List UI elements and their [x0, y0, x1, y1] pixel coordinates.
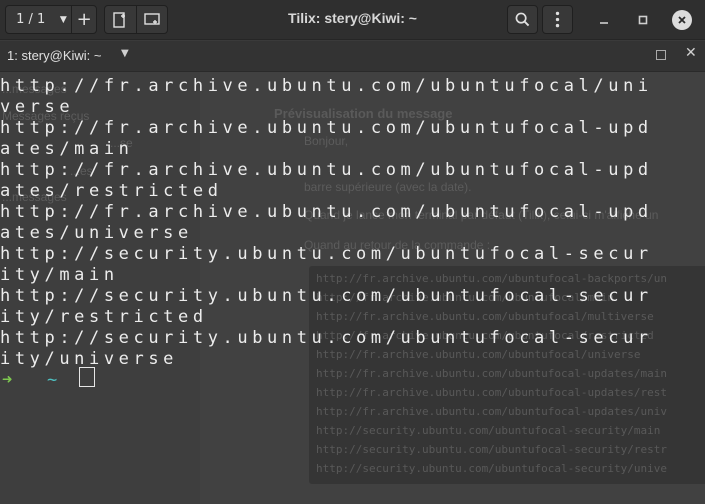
terminal-output-line: ity/universe: [0, 349, 179, 369]
terminal-view[interactable]: ...messages Messages reçus ...se ...es .…: [0, 72, 705, 504]
prompt-arrow-icon: ➜: [2, 370, 13, 390]
terminal-output-line: ates/universe: [0, 223, 193, 243]
terminal-cursor[interactable]: [79, 367, 95, 387]
background-code-line: http://security.ubuntu.com/ubuntufocal-s…: [316, 424, 661, 437]
terminal-output-line: ity/restricted: [0, 307, 208, 327]
maximize-terminal-icon[interactable]: [656, 50, 666, 60]
chevron-down-icon[interactable]: ▼: [121, 48, 129, 59]
background-code-line: http://security.ubuntu.com/ubuntufocal-s…: [316, 462, 667, 475]
terminal-output-line: http://security.ubuntu.com/ubuntufocal-s…: [0, 244, 653, 264]
terminal-output-line: http://fr.archive.ubuntu.com/ubuntufocal…: [0, 160, 653, 180]
close-button[interactable]: [672, 10, 692, 30]
kebab-menu-icon: [555, 11, 560, 28]
background-code-line: http://fr.archive.ubuntu.com/ubuntufocal…: [316, 272, 667, 285]
maximize-icon: [638, 15, 648, 25]
search-icon: [515, 12, 530, 27]
background-code-line: http://fr.archive.ubuntu.com/ubuntufocal…: [316, 386, 667, 399]
maximize-button[interactable]: [633, 10, 653, 30]
background-code-line: http://security.ubuntu.com/ubuntufocal-s…: [316, 443, 667, 456]
close-terminal-icon[interactable]: ✕: [685, 45, 697, 61]
terminal-output-line: http://security.ubuntu.com/ubuntufocal-s…: [0, 328, 653, 348]
background-code-line: http://fr.archive.ubuntu.com/ubuntufocal…: [316, 348, 641, 361]
terminal-output-line: http://fr.archive.ubuntu.com/ubuntufocal…: [0, 118, 653, 138]
terminal-tab-bar: 1: stery@Kiwi: ~ ▼ ✕: [0, 41, 705, 72]
background-code-line: http://fr.archive.ubuntu.com/ubuntufocal…: [316, 367, 667, 380]
background-code-line: http://fr.archive.ubuntu.com/ubuntufocal…: [316, 310, 654, 323]
background-paragraph: barre supérieure (avec la date).: [304, 180, 472, 194]
minimize-button[interactable]: [594, 10, 614, 30]
close-icon: [678, 16, 686, 24]
terminal-output-line: ates/restricted: [0, 181, 223, 201]
prompt-directory: ~: [47, 370, 58, 390]
minimize-icon: [600, 22, 608, 24]
terminal-output-line: http://security.ubuntu.com/ubuntufocal-s…: [0, 286, 653, 306]
search-button[interactable]: [507, 5, 538, 34]
background-code-line: http://fr.archive.ubuntu.com/ubuntufocal…: [316, 405, 667, 418]
terminal-output-line: ates/main: [0, 139, 134, 159]
terminal-output-line: http://fr.archive.ubuntu.com/ubuntufocal…: [0, 76, 653, 96]
terminal-output-line: verse: [0, 97, 75, 117]
terminal-output-line: http://fr.archive.ubuntu.com/ubuntufocal…: [0, 202, 653, 222]
terminal-output-line: ity/main: [0, 265, 119, 285]
menu-button[interactable]: [542, 5, 573, 34]
title-bar: 1 / 1 ▼ + Tilix: stery@Kiwi: ~: [0, 0, 705, 40]
terminal-tab-label[interactable]: 1: stery@Kiwi: ~: [7, 48, 101, 63]
